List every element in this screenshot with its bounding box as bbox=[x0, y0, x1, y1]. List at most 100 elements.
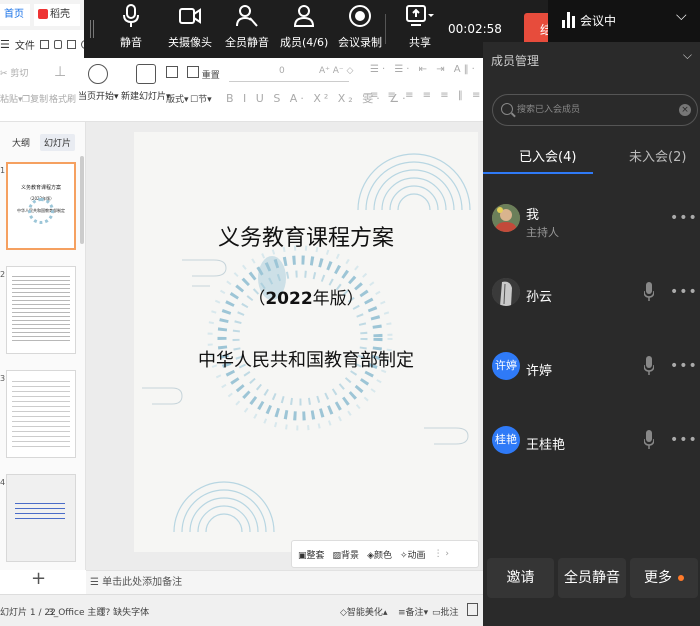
export-icon[interactable] bbox=[53, 39, 63, 49]
microphone-icon[interactable] bbox=[643, 430, 655, 450]
clear-icon[interactable]: × bbox=[679, 104, 691, 116]
avatar bbox=[492, 278, 520, 306]
avatar: 桂艳 bbox=[492, 426, 520, 454]
notes-placeholder: 单击此处添加备注 bbox=[102, 577, 183, 588]
format-painter-button[interactable]: 格式刷 bbox=[49, 92, 76, 105]
slide-thumbnail[interactable]: 义务教育课程方案 （2022年版） 中华人民共和国教育部制定 bbox=[6, 162, 76, 250]
invite-button[interactable]: 邀请 bbox=[487, 558, 554, 598]
font-size-select[interactable]: 0 A⁺ A⁻ ◇ bbox=[229, 66, 353, 82]
paragraph-format-row-2[interactable]: ≡ ≡ ≡ ≡ ≡ ‖ ≡· bbox=[370, 90, 483, 101]
new-slide-button[interactable]: 新建幻灯片▾ bbox=[121, 64, 171, 102]
mute-all-members-button[interactable]: 全员静音 bbox=[558, 558, 626, 598]
animation-button[interactable]: ✧动画 bbox=[400, 548, 426, 561]
ribbon-toolbar: ✂ 剪切 粘贴▾ ❐复制 格式刷 ⊥ 当页开始▾ 新建幻灯片▾ 重置 版式▾ ☐… bbox=[0, 58, 483, 122]
slide-author: 中华人民共和国教育部制定 bbox=[198, 350, 414, 371]
beautify-button[interactable]: ▣整套 bbox=[298, 548, 325, 561]
tab-not-joined[interactable]: 未入会(2) bbox=[629, 146, 686, 165]
print-icon[interactable] bbox=[67, 39, 77, 49]
menu-file[interactable]: 文件 bbox=[15, 37, 35, 52]
copy-button[interactable]: ❐复制 bbox=[22, 92, 48, 105]
more-label: 更多 bbox=[644, 570, 672, 586]
panel-collapse-icon[interactable]: ⌵ bbox=[683, 48, 692, 63]
tab-outline[interactable]: 大纲 bbox=[8, 134, 34, 151]
menu-bar: ☰ 文件 bbox=[0, 30, 90, 58]
tab-home[interactable]: 首页 bbox=[0, 4, 30, 26]
meeting-status-bar[interactable]: 会议中 ⌵ bbox=[548, 0, 700, 42]
normal-view-icon[interactable] bbox=[467, 603, 478, 616]
member-more-icon[interactable]: ••• bbox=[670, 358, 698, 374]
smart-beautify-button[interactable]: ◇智能美化▴ bbox=[340, 605, 387, 618]
member-row[interactable]: 我 主持人 ••• bbox=[483, 196, 700, 250]
notes-toggle-button[interactable]: ≡备注▾ bbox=[398, 605, 428, 618]
members-button[interactable]: 成员(4/6) bbox=[280, 4, 328, 50]
share-button[interactable]: 共享 bbox=[406, 4, 434, 50]
members-panel-title: 成员管理 bbox=[491, 54, 540, 68]
section-icon: ☐ bbox=[190, 95, 199, 105]
drag-handle-icon[interactable] bbox=[90, 20, 94, 38]
missing-font-label: 缺失字体 bbox=[113, 608, 150, 618]
tab-daoke[interactable]: 稻壳 bbox=[34, 4, 80, 26]
paragraph-format-row-1[interactable]: ☰· ☰· ⇤ ⇥ A‖· ↓A· bbox=[370, 64, 483, 75]
chevron-right-icon[interactable]: ⋮ › bbox=[434, 549, 449, 559]
notes-area[interactable]: ☰ 单击此处添加备注 bbox=[86, 570, 483, 594]
paste-button[interactable]: 粘贴▾ bbox=[0, 92, 23, 105]
play-icon bbox=[88, 64, 109, 84]
current-slide[interactable]: 义务教育课程方案 （2022年版） 中华人民共和国教育部制定 bbox=[134, 132, 478, 552]
camera-icon bbox=[179, 4, 201, 28]
microphone-icon[interactable] bbox=[643, 356, 655, 376]
color-icon: ◈ bbox=[367, 550, 374, 561]
slide-thumbnail[interactable] bbox=[6, 474, 76, 562]
more-button[interactable]: 更多 bbox=[630, 558, 698, 598]
record-label: 会议录制 bbox=[338, 36, 382, 49]
thumbnail-scrollbar[interactable] bbox=[80, 156, 84, 244]
layout-button[interactable]: 版式▾ bbox=[166, 92, 189, 105]
beautify-icon: ▣ bbox=[298, 550, 307, 561]
slide-subtitle: （2022年版） bbox=[134, 284, 478, 309]
member-tabs: 已入会(4) 未入会(2) bbox=[483, 134, 700, 174]
member-row[interactable]: 桂艳 王桂艳 ••• bbox=[483, 418, 700, 472]
mute-button[interactable]: 静音 bbox=[120, 4, 142, 50]
theme-name[interactable]: 3_Office 主题 bbox=[48, 605, 105, 618]
missing-font-button[interactable]: T? 缺失字体 bbox=[100, 605, 149, 618]
signal-bars-icon bbox=[562, 12, 575, 28]
slide-thumbnail-panel: 大纲 幻灯片 1 义务教育课程方案 （2022年版） 中华人民共和国教育部制定 … bbox=[0, 122, 86, 589]
comment-button[interactable]: ▭批注 bbox=[432, 605, 459, 618]
background-button[interactable]: ▨背景 bbox=[333, 548, 360, 561]
slide-thumbnail[interactable] bbox=[6, 266, 76, 354]
member-more-icon[interactable]: ••• bbox=[670, 284, 698, 300]
color-button[interactable]: ◈颜色 bbox=[367, 548, 392, 561]
hamburger-icon[interactable]: ☰ bbox=[0, 38, 10, 51]
member-search-input[interactable] bbox=[517, 101, 677, 119]
reset-label[interactable]: 重置 bbox=[202, 71, 220, 81]
camera-off-button[interactable]: 关摄像头 bbox=[168, 4, 212, 50]
cut-button[interactable]: ✂ 剪切 bbox=[0, 66, 28, 79]
tab-joined[interactable]: 已入会(4) bbox=[519, 146, 576, 165]
slide-title: 义务教育课程方案 bbox=[217, 226, 394, 251]
slide-thumbnail[interactable] bbox=[6, 370, 76, 458]
start-from-current-button[interactable]: 当页开始▾ bbox=[78, 64, 119, 102]
members-label: 成员(4/6) bbox=[280, 36, 329, 49]
add-slide-button[interactable]: + bbox=[31, 568, 46, 589]
meeting-timer: 00:02:58 bbox=[448, 22, 502, 36]
section-button[interactable]: ☐节▾ bbox=[190, 92, 212, 105]
member-search: × bbox=[492, 94, 698, 126]
background-icon: ▨ bbox=[332, 550, 342, 561]
mute-label: 静音 bbox=[120, 36, 142, 49]
meeting-status-label: 会议中 bbox=[580, 14, 617, 28]
member-name: 孙云 bbox=[526, 290, 553, 305]
member-role: 主持人 bbox=[526, 226, 559, 239]
member-more-icon[interactable]: ••• bbox=[670, 432, 698, 448]
record-button[interactable]: 会议录制 bbox=[338, 4, 382, 50]
mute-all-button[interactable]: 全员静音 bbox=[225, 4, 269, 50]
microphone-icon[interactable] bbox=[643, 282, 655, 302]
font-size-value: 0 bbox=[279, 66, 285, 76]
member-row[interactable]: 许婷 许婷 ••• bbox=[483, 344, 700, 398]
chevron-down-icon[interactable]: ⌵ bbox=[676, 8, 687, 24]
member-more-icon[interactable]: ••• bbox=[670, 210, 698, 226]
person-icon bbox=[293, 4, 315, 28]
save-icon[interactable] bbox=[39, 39, 49, 49]
member-row[interactable]: 孙云 ••• bbox=[483, 270, 700, 324]
reset-icon bbox=[186, 66, 199, 78]
notes-toggle-label: 备注 bbox=[405, 608, 424, 618]
tab-slides[interactable]: 幻灯片 bbox=[40, 134, 76, 151]
